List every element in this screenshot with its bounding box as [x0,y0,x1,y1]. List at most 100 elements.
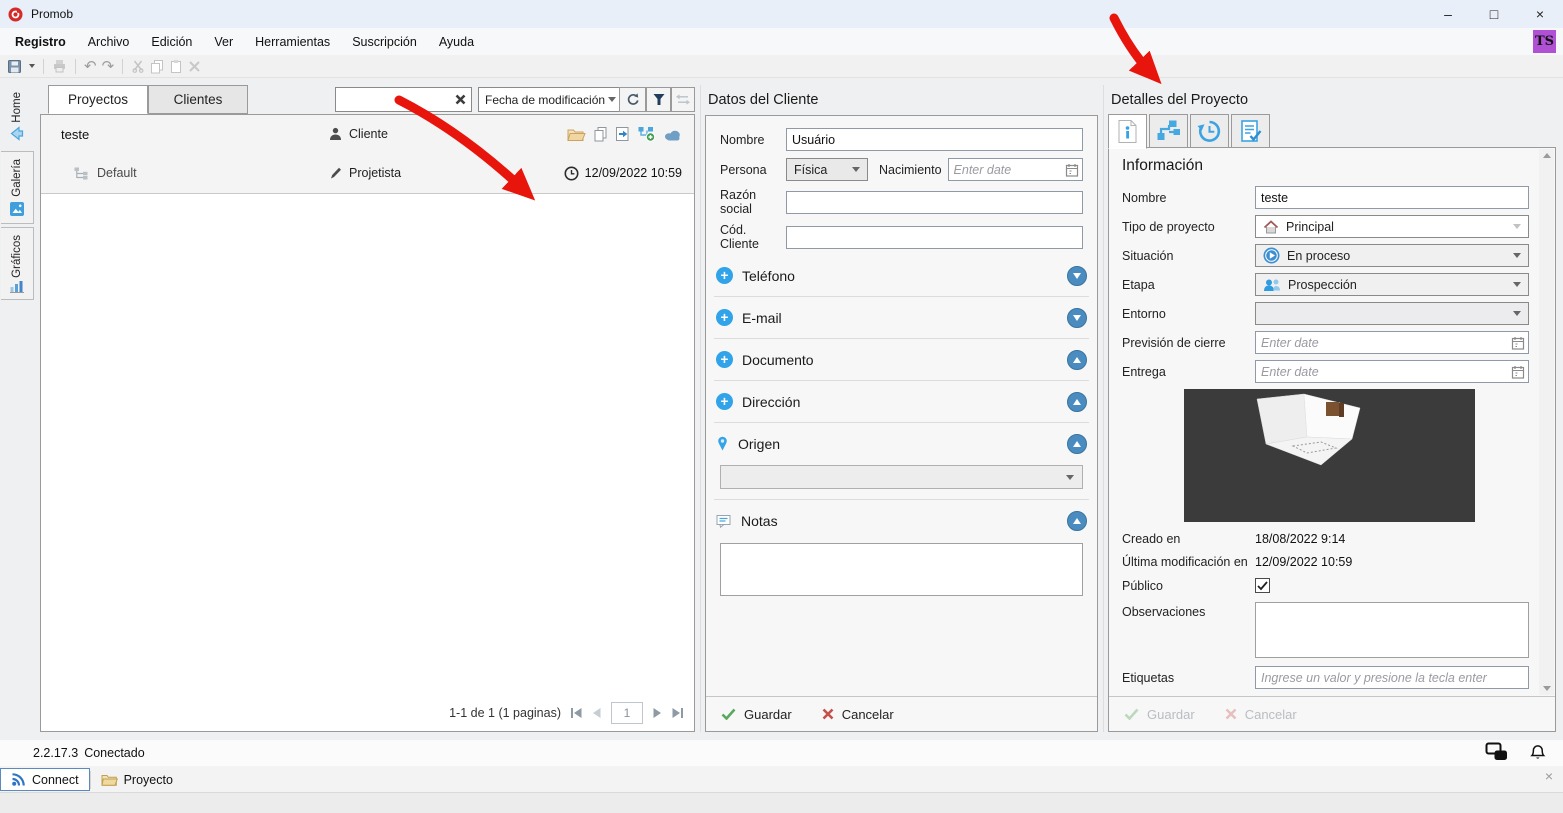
nacimiento-date-input[interactable] [947,158,1083,181]
environment-row[interactable]: Default Projetista 12/09/2022 10:59 [41,153,694,193]
duplicate-icon[interactable] [593,126,608,142]
tab-proyecto[interactable]: Proyecto [91,768,183,791]
details-save-button: Guardar [1124,707,1195,722]
x-icon [822,708,834,720]
checklist-icon [1239,119,1263,144]
page-input[interactable] [611,702,643,724]
tipo-label: Tipo de proyecto [1122,219,1215,234]
tab-checklist[interactable] [1231,114,1270,148]
tab-history[interactable] [1190,114,1229,148]
calendar-icon[interactable] [1065,163,1079,177]
client-cancel-button[interactable]: Cancelar [822,707,894,722]
notas-textarea[interactable] [720,543,1083,596]
origen-select[interactable] [720,465,1083,489]
cod-cliente-input[interactable] [786,225,1083,249]
sort-combo[interactable]: Fecha de modificación [478,87,623,112]
menu-edicion[interactable]: Edición [140,35,203,49]
add-environment-icon[interactable] [637,126,656,142]
menu-ver[interactable]: Ver [203,35,244,49]
client-name-input[interactable] [786,128,1083,151]
sidebar-tab-graficos[interactable]: Gráficos [1,227,34,300]
client-save-button[interactable]: Guardar [721,707,792,722]
calendar-icon[interactable] [1511,365,1525,379]
expand-documento-button[interactable] [1067,349,1087,370]
tab-proyectos[interactable]: Proyectos [48,85,148,114]
menu-registro[interactable]: Registro [4,35,77,49]
details-panel-title: Detalles del Proyecto [1111,92,1249,108]
details-scrollbar[interactable] [1539,149,1554,695]
toolbar-separator [43,58,44,74]
project-details-panel: Detalles del Proyecto Información Nombre… [1108,85,1556,732]
save-dropdown-caret[interactable] [29,64,35,68]
situacion-select[interactable]: En proceso [1255,244,1529,267]
collapse-telefono-button[interactable] [1067,265,1087,286]
promob-logo-icon [8,7,23,22]
maximize-button[interactable]: □ [1471,0,1517,28]
entorno-select[interactable] [1255,302,1529,325]
last-page-icon[interactable] [671,707,684,719]
observaciones-textarea[interactable] [1255,602,1529,658]
expand-notas-button[interactable] [1067,510,1087,531]
creado-value: 18/08/2022 9:14 [1255,532,1346,546]
persona-label: Persona [720,162,767,177]
publico-checkbox[interactable] [1255,578,1270,593]
project-name-input[interactable] [1255,186,1529,209]
entorno-label: Entorno [1122,306,1166,321]
scroll-down-icon[interactable] [1542,686,1551,691]
expand-origen-button[interactable] [1067,433,1087,454]
refresh-button[interactable] [619,87,646,112]
collapse-email-button[interactable] [1067,307,1087,328]
sidebar-tab-home[interactable]: Home [1,84,34,148]
search-input[interactable] [336,88,454,111]
calendar-icon[interactable] [1511,336,1525,350]
tab-clientes[interactable]: Clientes [148,85,248,114]
minimize-button[interactable]: – [1425,0,1471,28]
play-icon [1263,247,1280,264]
client-data-panel: Datos del Cliente Nombre Persona Física … [705,85,1098,732]
close-tab-icon[interactable]: × [1545,769,1553,783]
add-documento-button[interactable]: + [716,351,733,368]
open-folder-icon[interactable] [567,127,586,142]
tab-connect[interactable]: Connect [0,768,90,791]
add-telefono-button[interactable]: + [716,267,733,284]
details-tabs [1108,114,1270,149]
windows-layout-icon[interactable] [1485,742,1509,761]
notifications-bell-icon[interactable] [1529,742,1547,761]
expand-direccion-button[interactable] [1067,391,1087,412]
next-page-icon[interactable] [652,707,662,719]
cloud-icon[interactable] [663,128,682,141]
main-toolbar: ↶ ↷ [0,55,1563,78]
designer-label: Projetista [349,166,402,180]
project-row[interactable]: teste Cliente [41,115,694,153]
add-direccion-button[interactable]: + [716,393,733,410]
clear-search-icon[interactable] [454,93,467,106]
export-icon[interactable] [615,126,630,142]
first-page-icon[interactable] [570,707,583,719]
save-icon[interactable] [7,59,22,74]
prevision-date-input[interactable] [1255,331,1529,354]
filter-button[interactable] [646,87,671,112]
tab-structure[interactable] [1149,114,1188,148]
menu-ayuda[interactable]: Ayuda [428,35,485,49]
note-icon [716,514,732,528]
menu-suscripcion[interactable]: Suscripción [341,35,428,49]
title-bar: Promob – □ × [0,0,1563,28]
sidebar-tab-galeria[interactable]: Galería [1,151,34,224]
undo-icon[interactable]: ↶ [84,59,97,74]
razon-input[interactable] [786,190,1083,214]
pencil-icon [329,166,342,180]
folder-icon [100,773,118,787]
menu-archivo[interactable]: Archivo [77,35,141,49]
etapa-select[interactable]: Prospección [1255,273,1529,296]
scroll-up-icon[interactable] [1542,153,1551,158]
persona-select[interactable]: Física [786,158,868,181]
user-avatar[interactable]: TS [1533,30,1556,53]
side-tab-strip: Home Galería Gráficos [1,84,35,303]
entrega-date-input[interactable] [1255,360,1529,383]
close-button[interactable]: × [1517,0,1563,28]
tab-information[interactable] [1108,114,1147,149]
menu-herramientas[interactable]: Herramientas [244,35,341,49]
add-email-button[interactable]: + [716,309,733,326]
etiquetas-input[interactable] [1255,666,1529,689]
panel-divider [1103,85,1104,732]
